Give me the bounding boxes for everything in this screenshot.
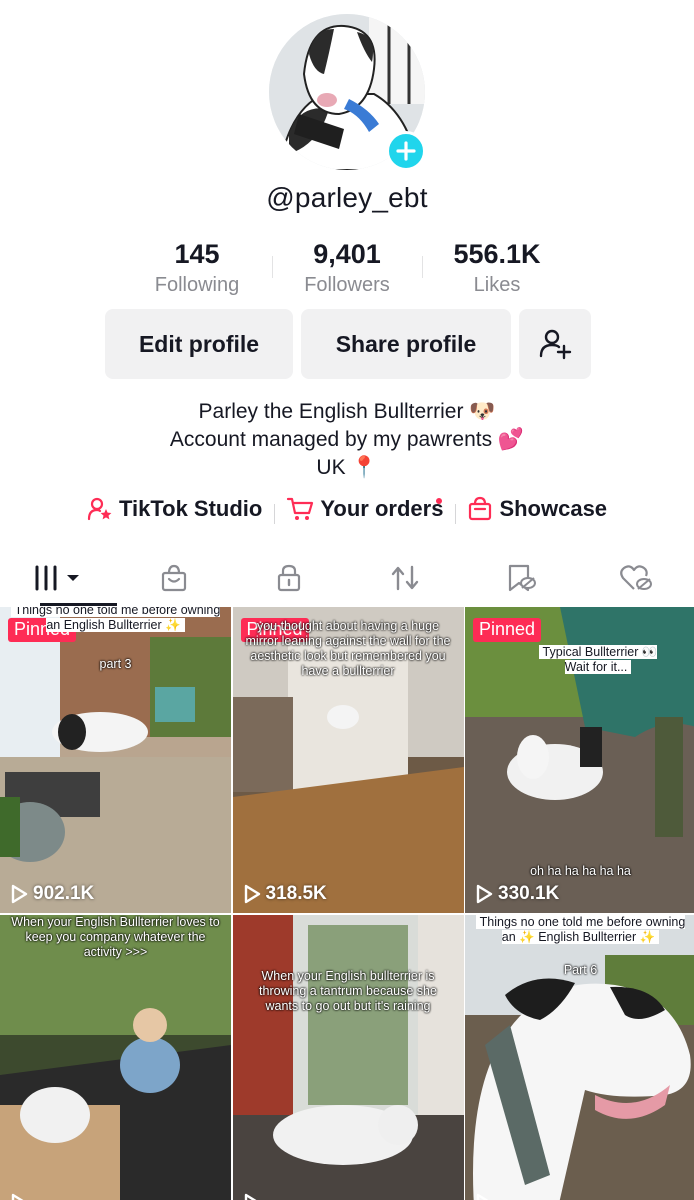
- link-label: Showcase: [499, 496, 608, 521]
- video-caption-sub: oh ha ha ha ha ha: [530, 864, 631, 878]
- stat-followers[interactable]: 9,401 Followers: [272, 238, 422, 300]
- bio-line: UK 📍: [316, 456, 378, 479]
- play-icon: [476, 884, 493, 904]
- video-caption: Things no one told me before owning an E…: [10, 607, 221, 633]
- video-caption: Typical Bullterrier 👀 Wait for it...: [525, 645, 671, 675]
- video-caption-sub: Part 6: [563, 963, 598, 977]
- edit-profile-button[interactable]: Edit profile: [105, 309, 293, 379]
- view-count-text: 902.1K: [33, 883, 95, 904]
- view-count: [10, 1193, 33, 1200]
- bio-line: Parley the English Bullterrier 🐶: [198, 400, 496, 423]
- video-thumbnail[interactable]: Pinned Typical Bullterrier 👀 Wait for it…: [465, 607, 694, 913]
- caption-text: Things no one told me before owning an ✨…: [475, 915, 686, 944]
- profile-avatar-container[interactable]: [269, 14, 426, 171]
- video-thumbnail[interactable]: When your English Bullterrier loves to k…: [0, 915, 231, 1200]
- favorites-icon: [508, 564, 536, 592]
- bio-line: Account managed by my pawrents 💕: [169, 428, 525, 451]
- video-caption: Things no one told me before owning an ✨…: [475, 915, 686, 945]
- videos-grid-icon: [33, 565, 79, 591]
- tab-favorites[interactable]: [463, 550, 579, 606]
- video-thumbnail[interactable]: Pinned Things no one told me before owni…: [0, 607, 231, 913]
- tab-liked[interactable]: [578, 550, 694, 606]
- stat-following[interactable]: 145 Following: [122, 238, 272, 300]
- liked-hidden-icon: [620, 565, 653, 590]
- link-label: Your orders: [320, 496, 444, 521]
- play-icon: [476, 1193, 489, 1200]
- showcase-link[interactable]: Showcase: [455, 496, 619, 524]
- video-grid: Pinned Things no one told me before owni…: [0, 607, 694, 1200]
- tab-shop[interactable]: [116, 550, 232, 606]
- play-icon: [244, 1193, 256, 1200]
- private-lock-icon: [278, 564, 301, 592]
- profile-tabs: [0, 550, 694, 606]
- play-icon: [244, 884, 260, 904]
- profile-actions: Edit profile Share profile: [105, 309, 591, 379]
- view-count: 902.1K: [10, 883, 94, 905]
- video-thumbnail[interactable]: Things no one told me before owning an ✨…: [465, 915, 694, 1200]
- pinned-badge: Pinned: [473, 618, 542, 642]
- profile-stats: 145 Following 9,401 Followers 556.1K Lik…: [122, 238, 572, 300]
- add-person-icon: [539, 329, 572, 360]
- play-icon: [11, 884, 28, 904]
- add-avatar-button[interactable]: [386, 131, 426, 171]
- your-orders-link[interactable]: Your orders: [274, 496, 455, 524]
- view-count: 330.1K: [475, 883, 559, 905]
- view-count: 318.5K: [243, 883, 327, 905]
- stat-label: Likes: [473, 274, 521, 296]
- video-caption: When your English Bullterrier loves to k…: [11, 915, 220, 959]
- add-friends-button[interactable]: [519, 309, 591, 379]
- tab-videos[interactable]: [0, 550, 117, 606]
- stat-likes[interactable]: 556.1K Likes: [422, 238, 572, 300]
- reposts-icon: [391, 565, 419, 591]
- plus-icon: [396, 141, 416, 161]
- cart-icon: [287, 497, 314, 520]
- username: @parley_ebt: [266, 182, 428, 213]
- video-thumbnail[interactable]: Pinned you thought about having a huge m…: [232, 607, 464, 913]
- stat-label: Following: [154, 274, 240, 296]
- view-count-text: 318.5K: [265, 883, 327, 904]
- video-thumbnail[interactable]: When your English bullterrier is throwin…: [232, 915, 464, 1200]
- share-profile-button[interactable]: Share profile: [301, 309, 511, 379]
- profile-bio: Parley the English Bullterrier 🐶 Account…: [0, 398, 694, 482]
- view-count: [243, 1193, 266, 1200]
- view-count: [475, 1193, 498, 1200]
- thumbnail-image: [0, 607, 231, 913]
- stat-value: 556.1K: [453, 239, 541, 269]
- person-star-icon: [87, 497, 112, 521]
- play-icon: [11, 1193, 24, 1200]
- shop-icon: [161, 564, 186, 592]
- tab-private[interactable]: [231, 550, 347, 606]
- thumbnail-image: [232, 915, 464, 1200]
- video-caption: you thought about having a huge mirror l…: [245, 619, 451, 678]
- thumbnail-image: [465, 915, 694, 1200]
- link-label: TikTok Studio: [118, 496, 263, 521]
- video-caption: When your English bullterrier is throwin…: [259, 969, 437, 1013]
- view-count-text: 330.1K: [498, 883, 560, 904]
- shopping-bag-icon: [469, 496, 492, 521]
- caption-text: Things no one told me before owning an E…: [10, 607, 221, 632]
- stat-label: Followers: [304, 274, 390, 296]
- stat-value: 145: [174, 239, 220, 269]
- caption-text: Typical Bullterrier 👀 Wait for it...: [538, 645, 658, 674]
- tab-reposts[interactable]: [347, 550, 463, 606]
- stat-value: 9,401: [313, 239, 381, 269]
- tiktok-studio-link[interactable]: TikTok Studio: [75, 496, 274, 522]
- profile-links: TikTok Studio Your orders Showcase: [0, 491, 694, 527]
- video-caption-sub: part 3: [99, 657, 132, 671]
